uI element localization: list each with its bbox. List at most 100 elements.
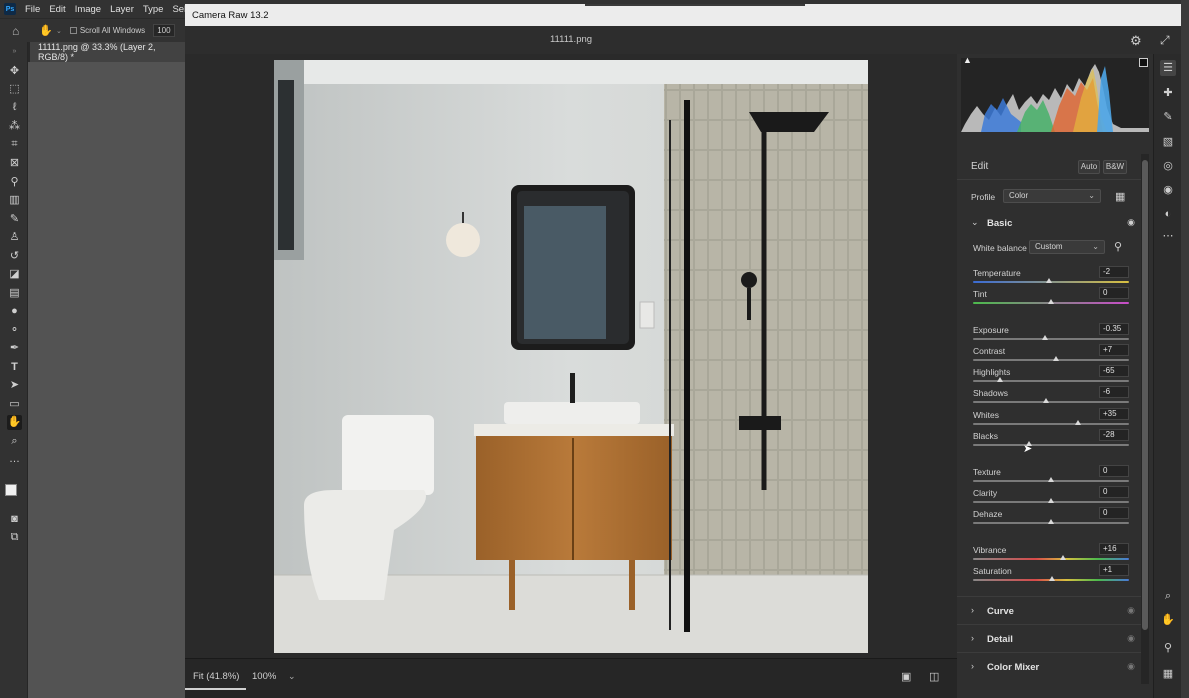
detail-section-header[interactable]: › Detail ◉ [957, 624, 1141, 652]
hand-tool-icon[interactable]: ✋ [39, 24, 53, 37]
menu-type[interactable]: Type [143, 4, 164, 15]
auto-button[interactable]: Auto [1078, 160, 1100, 174]
radial-filter-icon[interactable]: ◎ [1160, 158, 1176, 174]
clarity-thumb[interactable] [1048, 498, 1054, 503]
rectangle-tool-icon[interactable]: ▭ [7, 397, 22, 412]
adjustment-brush-icon[interactable]: ✎ [1160, 109, 1176, 125]
menu-layer[interactable]: Layer [110, 4, 134, 15]
clarity-slider[interactable]: Clarity 0 [973, 486, 1129, 508]
zoom-100-option[interactable]: 100% [252, 671, 276, 682]
magic-wand-tool-icon[interactable]: ⁂ [7, 119, 22, 134]
hand-tool-icon[interactable]: ✋ [7, 415, 22, 430]
menu-edit[interactable]: Edit [49, 4, 65, 15]
highlights-thumb[interactable] [997, 377, 1004, 382]
texture-thumb[interactable] [1048, 477, 1054, 482]
more-tools-icon[interactable]: … [7, 452, 22, 467]
red-eye-icon[interactable]: ◉ [1160, 182, 1176, 198]
image-preview-area[interactable] [185, 54, 957, 658]
temperature-slider[interactable]: Temperature -2 [973, 266, 1129, 288]
blacks-track[interactable] [973, 444, 1129, 446]
contrast-slider[interactable]: Contrast +7 [973, 344, 1129, 366]
temperature-value-field[interactable]: -2 [1099, 266, 1129, 278]
dehaze-thumb[interactable] [1048, 519, 1054, 524]
tint-thumb[interactable] [1048, 299, 1054, 304]
dehaze-value-field[interactable]: 0 [1099, 507, 1129, 519]
tint-value-field[interactable]: 0 [1099, 287, 1129, 299]
crop-tool-icon[interactable]: ⌗ [7, 137, 22, 152]
vibrance-track[interactable] [973, 558, 1129, 560]
exposure-slider[interactable]: Exposure -0.35 [973, 323, 1129, 345]
texture-slider[interactable]: Texture 0 [973, 465, 1129, 487]
zoom-tool-icon[interactable]: ⌕ [7, 434, 22, 449]
scroll-all-windows-checkbox[interactable] [69, 27, 77, 34]
basic-visibility-eye-icon[interactable]: ◉ [1127, 217, 1135, 228]
whites-thumb[interactable] [1075, 420, 1082, 425]
whites-value-field[interactable]: +35 [1099, 408, 1129, 420]
more-options-icon[interactable]: ⋯ [1160, 228, 1176, 244]
document-tab[interactable]: 11111.png @ 33.3% (Layer 2, RGB/8) * [30, 42, 186, 62]
dehaze-slider[interactable]: Dehaze 0 [973, 507, 1129, 529]
presets-icon[interactable]: ◐ [1160, 206, 1176, 222]
exposure-track[interactable] [973, 338, 1129, 340]
eraser-tool-icon[interactable]: ◪ [7, 267, 22, 282]
screen-mode-icon[interactable]: ⧉ [7, 530, 22, 545]
curve-visibility-eye-icon[interactable]: ◉ [1127, 605, 1135, 616]
home-icon[interactable]: ⌂ [12, 24, 19, 38]
exposure-value-field[interactable]: -0.35 [1099, 323, 1129, 335]
shadows-value-field[interactable]: -6 [1099, 386, 1129, 398]
contrast-thumb[interactable] [1053, 356, 1060, 361]
foreground-color-swatch[interactable] [5, 484, 17, 496]
sampler-icon[interactable]: ⚲ [1160, 640, 1176, 656]
basic-section-header[interactable]: ⌄ Basic ◉ [957, 209, 1141, 237]
shadows-track[interactable] [973, 401, 1129, 403]
temperature-thumb[interactable] [1046, 278, 1053, 283]
saturation-thumb[interactable] [1048, 576, 1055, 581]
panel-scrollbar[interactable] [1141, 154, 1149, 684]
color-mixer-visibility-eye-icon[interactable]: ◉ [1127, 661, 1135, 672]
white-balance-eyedropper-icon[interactable]: ⚲ [1114, 240, 1122, 253]
shadows-thumb[interactable] [1043, 398, 1050, 403]
grid-overlay-icon[interactable]: ▦ [1160, 666, 1176, 682]
contrast-track[interactable] [973, 359, 1129, 361]
collapse-toolbar-icon[interactable]: » [7, 44, 22, 59]
menu-image[interactable]: Image [75, 4, 101, 15]
pen-tool-icon[interactable]: ✒ [7, 341, 22, 356]
marquee-tool-icon[interactable]: ⬚ [7, 82, 22, 97]
detail-visibility-eye-icon[interactable]: ◉ [1127, 633, 1135, 644]
zoom-dropdown-chevron-icon[interactable]: ⌄ [288, 671, 296, 682]
clone-stamp-tool-icon[interactable]: ♙ [7, 230, 22, 245]
profile-browser-grid-icon[interactable]: ▦ [1115, 190, 1125, 203]
before-after-toggle-icon[interactable]: ◫ [929, 670, 939, 683]
curve-section-header[interactable]: › Curve ◉ [957, 596, 1141, 624]
menu-file[interactable]: File [25, 4, 40, 15]
blur-tool-icon[interactable]: ● [7, 304, 22, 319]
history-brush-tool-icon[interactable]: ↺ [7, 249, 22, 264]
eyedropper-tool-icon[interactable]: ⚲ [7, 175, 22, 190]
blacks-slider[interactable]: Blacks -28 [973, 429, 1129, 451]
dodge-tool-icon[interactable]: ⚬ [7, 323, 22, 338]
brush-tool-icon[interactable]: ✎ [7, 212, 22, 227]
black-white-button[interactable]: B&W [1103, 160, 1127, 174]
tint-slider[interactable]: Tint 0 [973, 287, 1129, 309]
hand-icon[interactable]: ✋ [1160, 612, 1176, 628]
healing-icon[interactable]: ✚ [1160, 85, 1176, 101]
filmstrip-toggle-icon[interactable]: ▣ [901, 670, 911, 683]
highlight-clipping-icon[interactable] [1139, 58, 1148, 67]
settings-gear-icon[interactable]: ⚙ [1130, 33, 1142, 49]
tool-preset-chevron-icon[interactable]: ⌄ [56, 27, 62, 35]
saturation-value-field[interactable]: +1 [1099, 564, 1129, 576]
quick-mask-icon[interactable]: ◙ [7, 512, 22, 527]
highlights-slider[interactable]: Highlights -65 [973, 365, 1129, 387]
panel-scrollbar-thumb[interactable] [1142, 160, 1148, 630]
profile-dropdown[interactable]: Color ⌄ [1003, 189, 1101, 203]
shadows-slider[interactable]: Shadows -6 [973, 386, 1129, 408]
healing-brush-tool-icon[interactable]: ▥ [7, 193, 22, 208]
vibrance-value-field[interactable]: +16 [1099, 543, 1129, 555]
path-selection-tool-icon[interactable]: ➤ [7, 378, 22, 393]
clarity-value-field[interactable]: 0 [1099, 486, 1129, 498]
frame-tool-icon[interactable]: ⊠ [7, 156, 22, 171]
vibrance-slider[interactable]: Vibrance +16 [973, 543, 1129, 565]
graduated-filter-icon[interactable]: ▧ [1160, 134, 1176, 150]
fit-zoom-option[interactable]: Fit (41.8%) [193, 671, 239, 682]
move-tool-icon[interactable]: ✥ [7, 64, 22, 79]
